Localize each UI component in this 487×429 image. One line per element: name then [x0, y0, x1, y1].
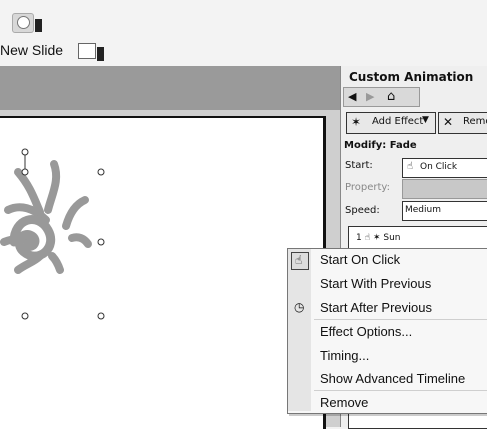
speed-value: Medium	[405, 205, 441, 215]
property-label: Property:	[345, 182, 390, 193]
menu-separator	[314, 390, 487, 391]
speed-label: Speed:	[345, 205, 380, 216]
menu-item-start-with-previous[interactable]: Start With Previous	[320, 276, 431, 291]
add-effect-icon: ✶	[351, 115, 362, 129]
forward-arrow-icon: ▶	[366, 90, 375, 103]
start-label: Start:	[345, 160, 373, 171]
remove-effect-label: Remo	[463, 116, 487, 127]
help-icon[interactable]	[12, 13, 34, 33]
clock-icon: ◷	[294, 300, 305, 314]
menu-item-effect-options[interactable]: Effect Options...	[320, 324, 412, 339]
sun-image[interactable]	[0, 146, 120, 326]
add-effect-label: Add Effect	[372, 116, 424, 127]
new-slide-button-label[interactable]: New Slide	[0, 42, 63, 60]
toolbar	[0, 0, 487, 67]
menu-item-start-on-click[interactable]: Start On Click	[320, 252, 400, 267]
home-icon[interactable]: ⌂	[387, 89, 395, 104]
menu-separator	[314, 319, 487, 320]
pane-title: Custom Animation	[349, 70, 474, 84]
toolbar-dropdown-arrow[interactable]	[35, 19, 42, 32]
menu-item-start-after-previous[interactable]: Start After Previous	[320, 300, 432, 315]
back-arrow-icon[interactable]: ◀	[348, 90, 356, 103]
new-slide-dropdown-arrow[interactable]	[97, 47, 104, 61]
mouse-click-icon: ☝	[291, 252, 309, 270]
new-slide-icon[interactable]	[78, 43, 96, 59]
pane-navigation-buttons[interactable]: ◀ ▶ ⌂	[343, 87, 420, 107]
mouse-click-icon: ☝	[407, 161, 414, 172]
context-menu-icon-gutter	[288, 249, 311, 411]
menu-item-show-advanced-timeline[interactable]: Show Advanced Timeline	[320, 371, 465, 386]
animation-list-item[interactable]: 1 ☝ ✶ Sun	[356, 233, 401, 243]
editor-header-bar	[0, 66, 340, 110]
property-dropdown	[402, 179, 487, 199]
mouse-click-icon: ☝	[364, 233, 371, 243]
remove-effect-icon: ✕	[443, 115, 454, 129]
effect-star-icon: ✶	[372, 233, 381, 243]
menu-item-timing[interactable]: Timing...	[320, 348, 369, 363]
animation-name: Sun	[383, 233, 401, 243]
start-value: On Click	[420, 162, 458, 172]
modify-heading: Modify: Fade	[344, 140, 417, 151]
menu-item-remove[interactable]: Remove	[320, 395, 368, 410]
animation-index: 1	[356, 233, 362, 243]
